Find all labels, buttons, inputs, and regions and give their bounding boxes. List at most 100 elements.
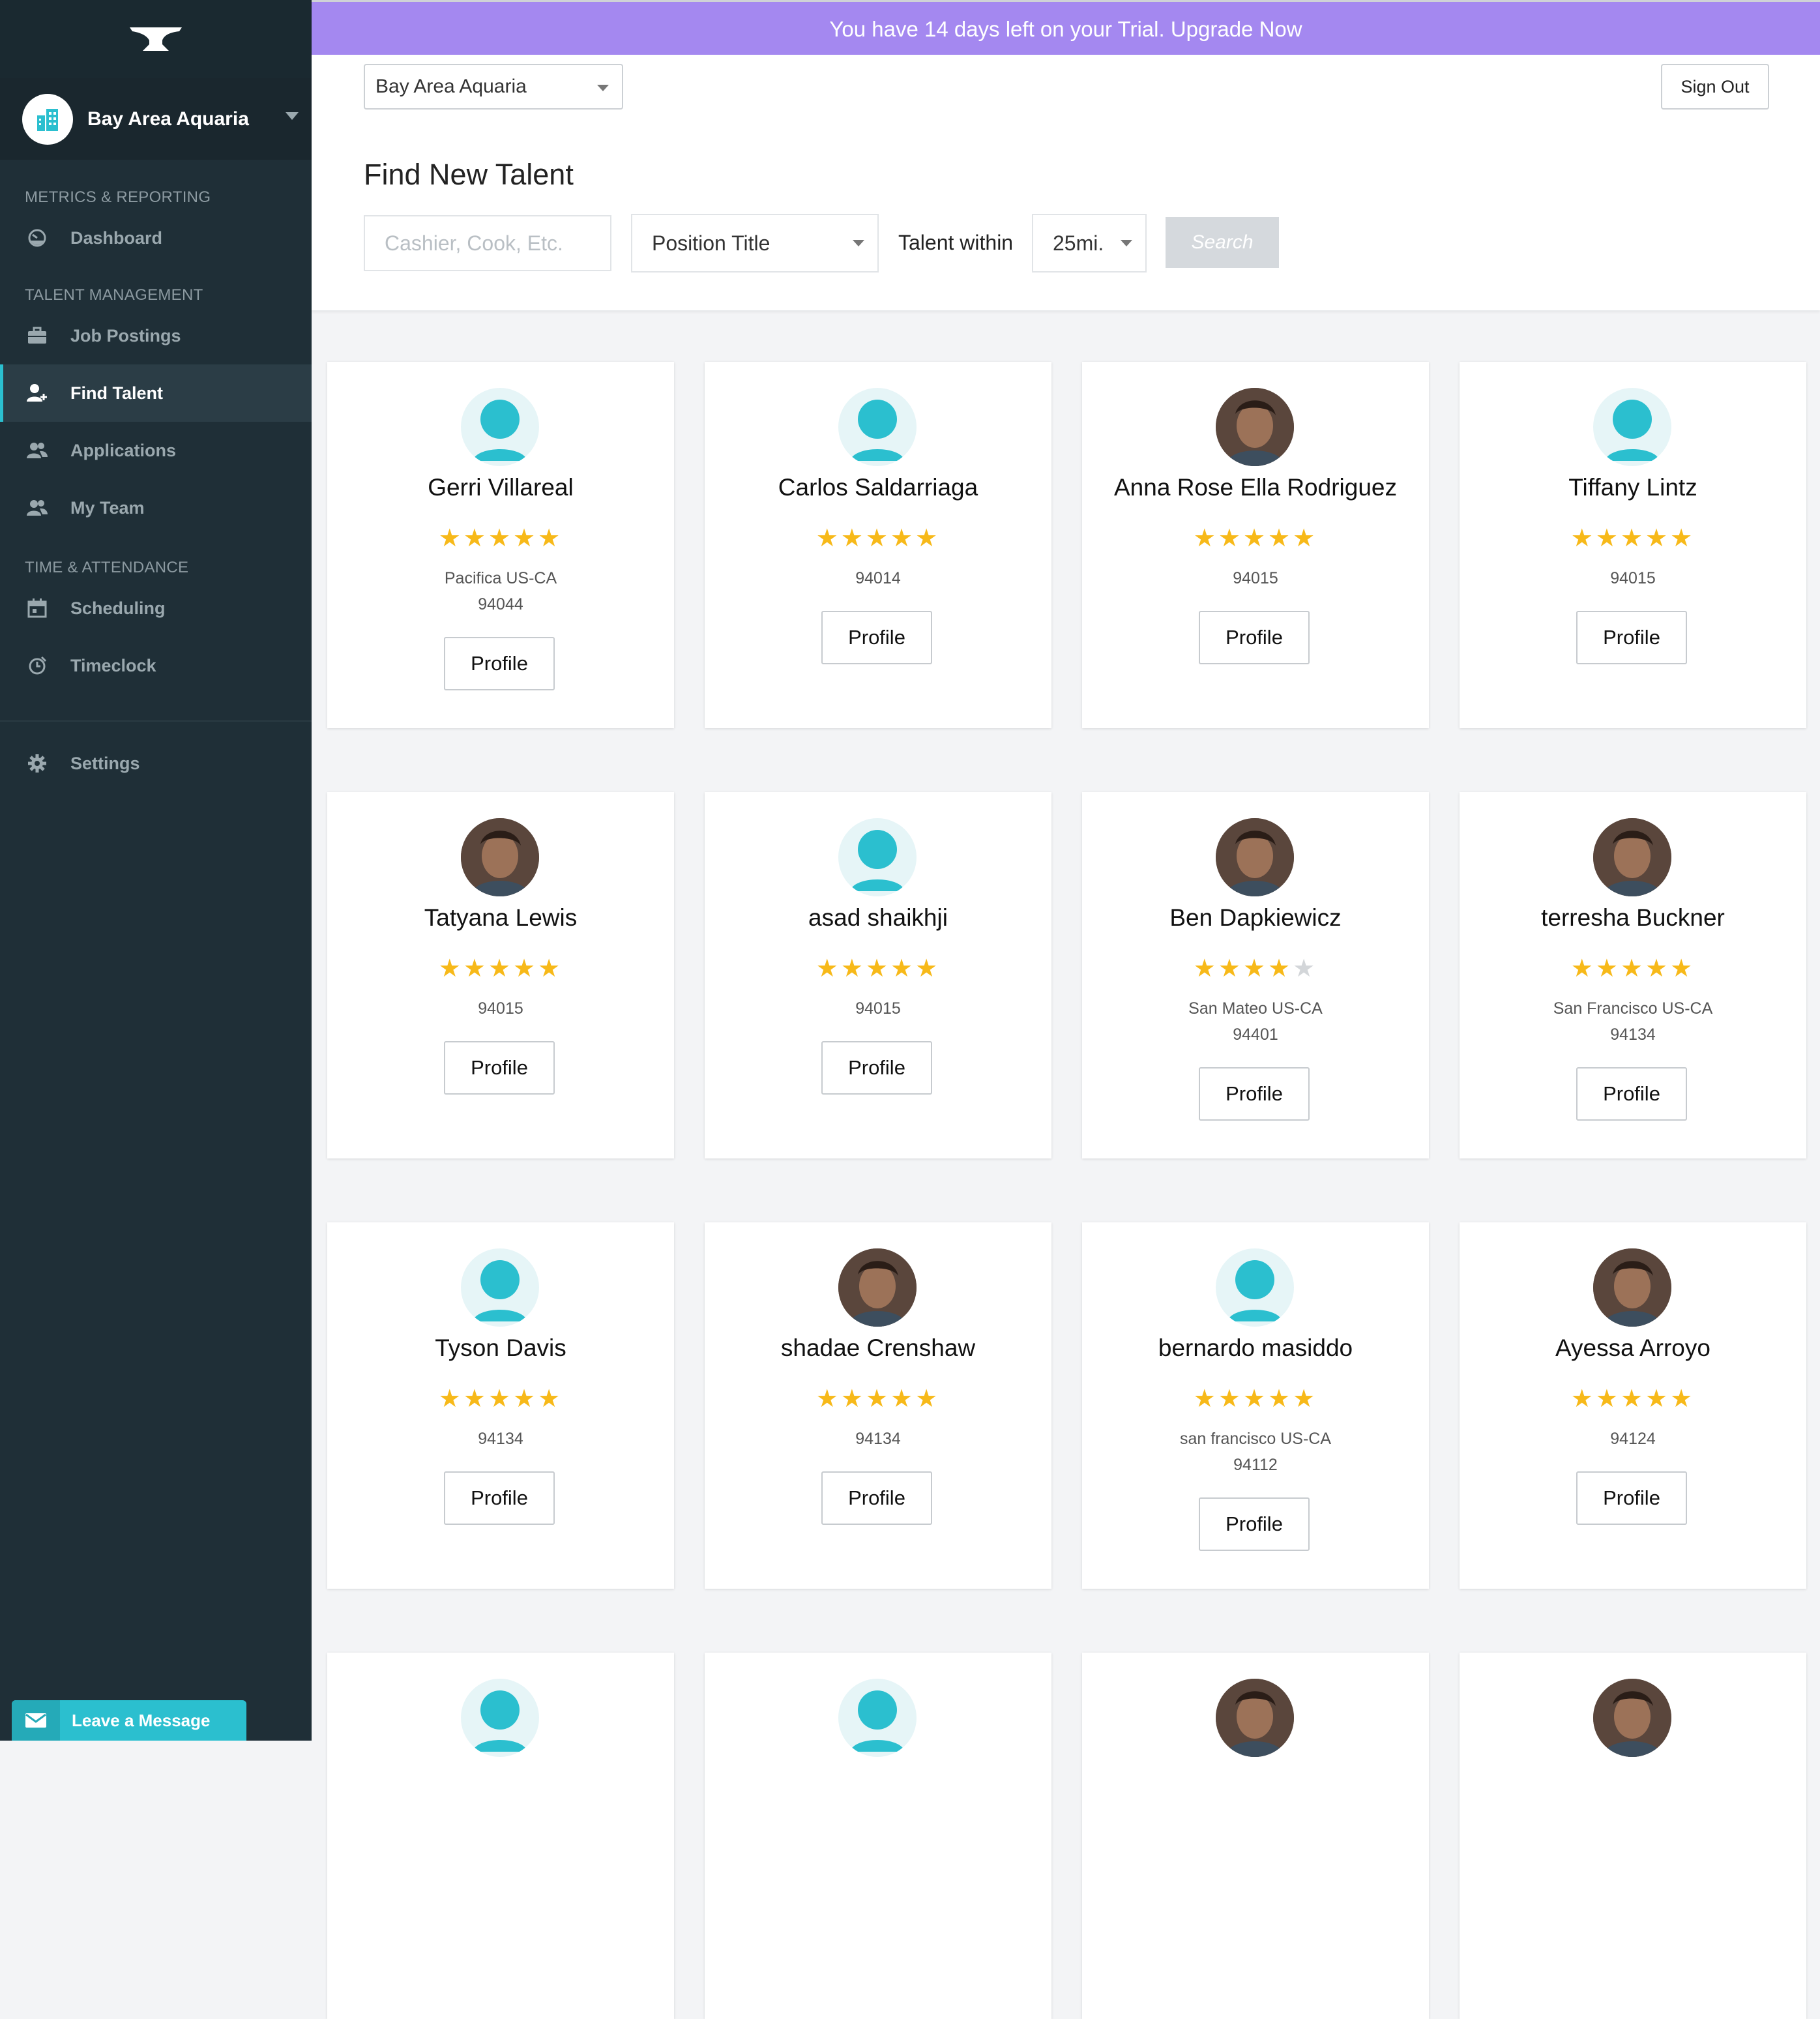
default-avatar-icon	[461, 388, 539, 466]
star-filled-icon: ★	[1670, 525, 1695, 552]
star-filled-icon: ★	[463, 1385, 488, 1413]
profile-button[interactable]: Profile	[1576, 1471, 1687, 1525]
default-avatar-icon	[838, 818, 917, 896]
section-title-metrics: METRICS & REPORTING	[25, 188, 211, 206]
team-icon	[26, 497, 48, 519]
candidate-card: Ben Dapkiewicz ★★★★★ San Mateo US-CA 94401 P…	[1082, 792, 1429, 1158]
trial-banner[interactable]: You have 14 days left on your Trial. Upg…	[312, 0, 1820, 57]
star-filled-icon: ★	[1218, 1385, 1243, 1413]
candidate-photo	[1593, 1679, 1671, 1757]
calendar-icon	[26, 597, 48, 619]
star-filled-icon: ★	[840, 1385, 866, 1413]
candidate-zip: 94015	[478, 999, 523, 1018]
star-filled-icon: ★	[1670, 955, 1695, 982]
candidate-photo	[1216, 388, 1294, 466]
candidate-location: Pacifica US-CA 94044	[327, 565, 674, 617]
candidate-card: asad shaikhji ★★★★★ 94015 Profile	[705, 792, 1051, 1158]
keyword-input[interactable]	[364, 215, 611, 271]
candidate-card	[1460, 1653, 1806, 2019]
star-filled-icon: ★	[840, 955, 866, 982]
candidate-photo	[838, 1248, 917, 1327]
position-title-select[interactable]: Position Title	[631, 214, 879, 273]
candidate-name: Tyson Davis	[435, 1334, 566, 1361]
sidebar-item-find-talent[interactable]: Find Talent	[0, 364, 312, 422]
profile-button[interactable]: Profile	[444, 1471, 555, 1525]
default-avatar-icon	[461, 1248, 539, 1327]
search-button[interactable]: Search	[1166, 217, 1279, 268]
profile-button[interactable]: Profile	[444, 637, 555, 690]
candidate-card: Carlos Saldarriaga ★★★★★ 94014 Profile	[705, 362, 1051, 728]
candidate-location: san francisco US-CA 94112	[1082, 1426, 1429, 1478]
star-rating: ★★★★★	[1460, 1387, 1806, 1411]
anvil-logo-icon	[130, 27, 182, 51]
trial-banner-text: You have 14 days left on your Trial. Upg…	[829, 17, 1302, 41]
star-filled-icon: ★	[1645, 1385, 1671, 1413]
default-avatar-icon	[838, 1679, 917, 1757]
briefcase-icon	[26, 325, 48, 347]
candidate-card: Tiffany Lintz ★★★★★ 94015 Profile	[1460, 362, 1806, 728]
star-rating: ★★★★★	[327, 526, 674, 551]
sidebar-item-dashboard[interactable]: Dashboard	[0, 209, 312, 267]
star-rating: ★★★★★	[1082, 526, 1429, 551]
candidate-card: Tatyana Lewis ★★★★★ 94015 Profile	[327, 792, 674, 1158]
profile-button[interactable]: Profile	[821, 1041, 932, 1095]
candidate-name: shadae Crenshaw	[780, 1334, 976, 1361]
candidate-name: Gerri Villareal	[428, 474, 574, 501]
candidate-zip: 94112	[1233, 1456, 1278, 1474]
sidebar-item-label: Scheduling	[70, 598, 166, 618]
org-switcher[interactable]: Bay Area Aquaria	[0, 78, 312, 160]
star-filled-icon: ★	[915, 1385, 941, 1413]
default-avatar-icon	[838, 388, 917, 466]
sidebar-item-label: My Team	[70, 497, 145, 518]
sidebar-item-applications[interactable]: Applications	[0, 422, 312, 479]
star-rating: ★★★★★	[705, 956, 1051, 981]
sidebar-item-label: Applications	[70, 440, 177, 460]
page-title: Find New Talent	[364, 158, 574, 191]
star-filled-icon: ★	[1193, 955, 1218, 982]
candidate-zip: 94134	[478, 1430, 523, 1448]
distance-select[interactable]: 25mi.	[1032, 214, 1147, 273]
profile-button[interactable]: Profile	[1199, 1067, 1310, 1121]
sidebar-item-my-team[interactable]: My Team	[0, 479, 312, 537]
candidate-zip: 94124	[1610, 1430, 1656, 1448]
star-filled-icon: ★	[538, 1385, 563, 1413]
profile-button[interactable]: Profile	[1576, 1067, 1687, 1121]
profile-button[interactable]: Profile	[444, 1041, 555, 1095]
star-rating: ★★★★★	[705, 1387, 1051, 1411]
sidebar-item-settings[interactable]: Settings	[0, 735, 312, 792]
candidate-location: 94134	[705, 1426, 1051, 1452]
app-logo[interactable]	[0, 0, 312, 78]
candidate-zip: 94134	[855, 1430, 901, 1448]
star-filled-icon: ★	[1242, 525, 1269, 552]
profile-button[interactable]: Profile	[1576, 611, 1687, 664]
profile-button[interactable]: Profile	[821, 1471, 932, 1525]
profile-button[interactable]: Profile	[1199, 1497, 1310, 1551]
star-filled-icon: ★	[1620, 955, 1646, 982]
candidate-name: Carlos Saldarriaga	[778, 474, 978, 501]
sign-out-button[interactable]: Sign Out	[1661, 64, 1769, 110]
star-filled-icon: ★	[865, 525, 891, 552]
clock-icon	[26, 655, 48, 677]
org-select[interactable]: Bay Area Aquaria	[364, 64, 623, 110]
sidebar-item-scheduling[interactable]: Scheduling	[0, 580, 312, 637]
candidate-card	[1082, 1653, 1429, 2019]
leave-message-button[interactable]: Leave a Message	[12, 1700, 246, 1741]
chevron-down-icon[interactable]	[286, 112, 299, 120]
star-filled-icon: ★	[890, 955, 916, 982]
star-filled-icon: ★	[815, 1385, 841, 1413]
star-filled-icon: ★	[463, 525, 488, 552]
candidate-photo	[1593, 1248, 1671, 1327]
star-filled-icon: ★	[915, 525, 941, 552]
star-filled-icon: ★	[1293, 1385, 1318, 1413]
candidate-location: 94134	[327, 1426, 674, 1452]
sidebar-item-timeclock[interactable]: Timeclock	[0, 637, 312, 694]
candidate-card: Tyson Davis ★★★★★ 94134 Profile	[327, 1222, 674, 1589]
star-filled-icon: ★	[513, 1385, 538, 1413]
chevron-down-icon	[1121, 240, 1132, 246]
star-filled-icon: ★	[1595, 955, 1621, 982]
org-select-value: Bay Area Aquaria	[375, 76, 527, 97]
profile-button[interactable]: Profile	[1199, 611, 1310, 664]
position-title-value: Position Title	[652, 231, 771, 255]
sidebar-item-job-postings[interactable]: Job Postings	[0, 307, 312, 364]
profile-button[interactable]: Profile	[821, 611, 932, 664]
